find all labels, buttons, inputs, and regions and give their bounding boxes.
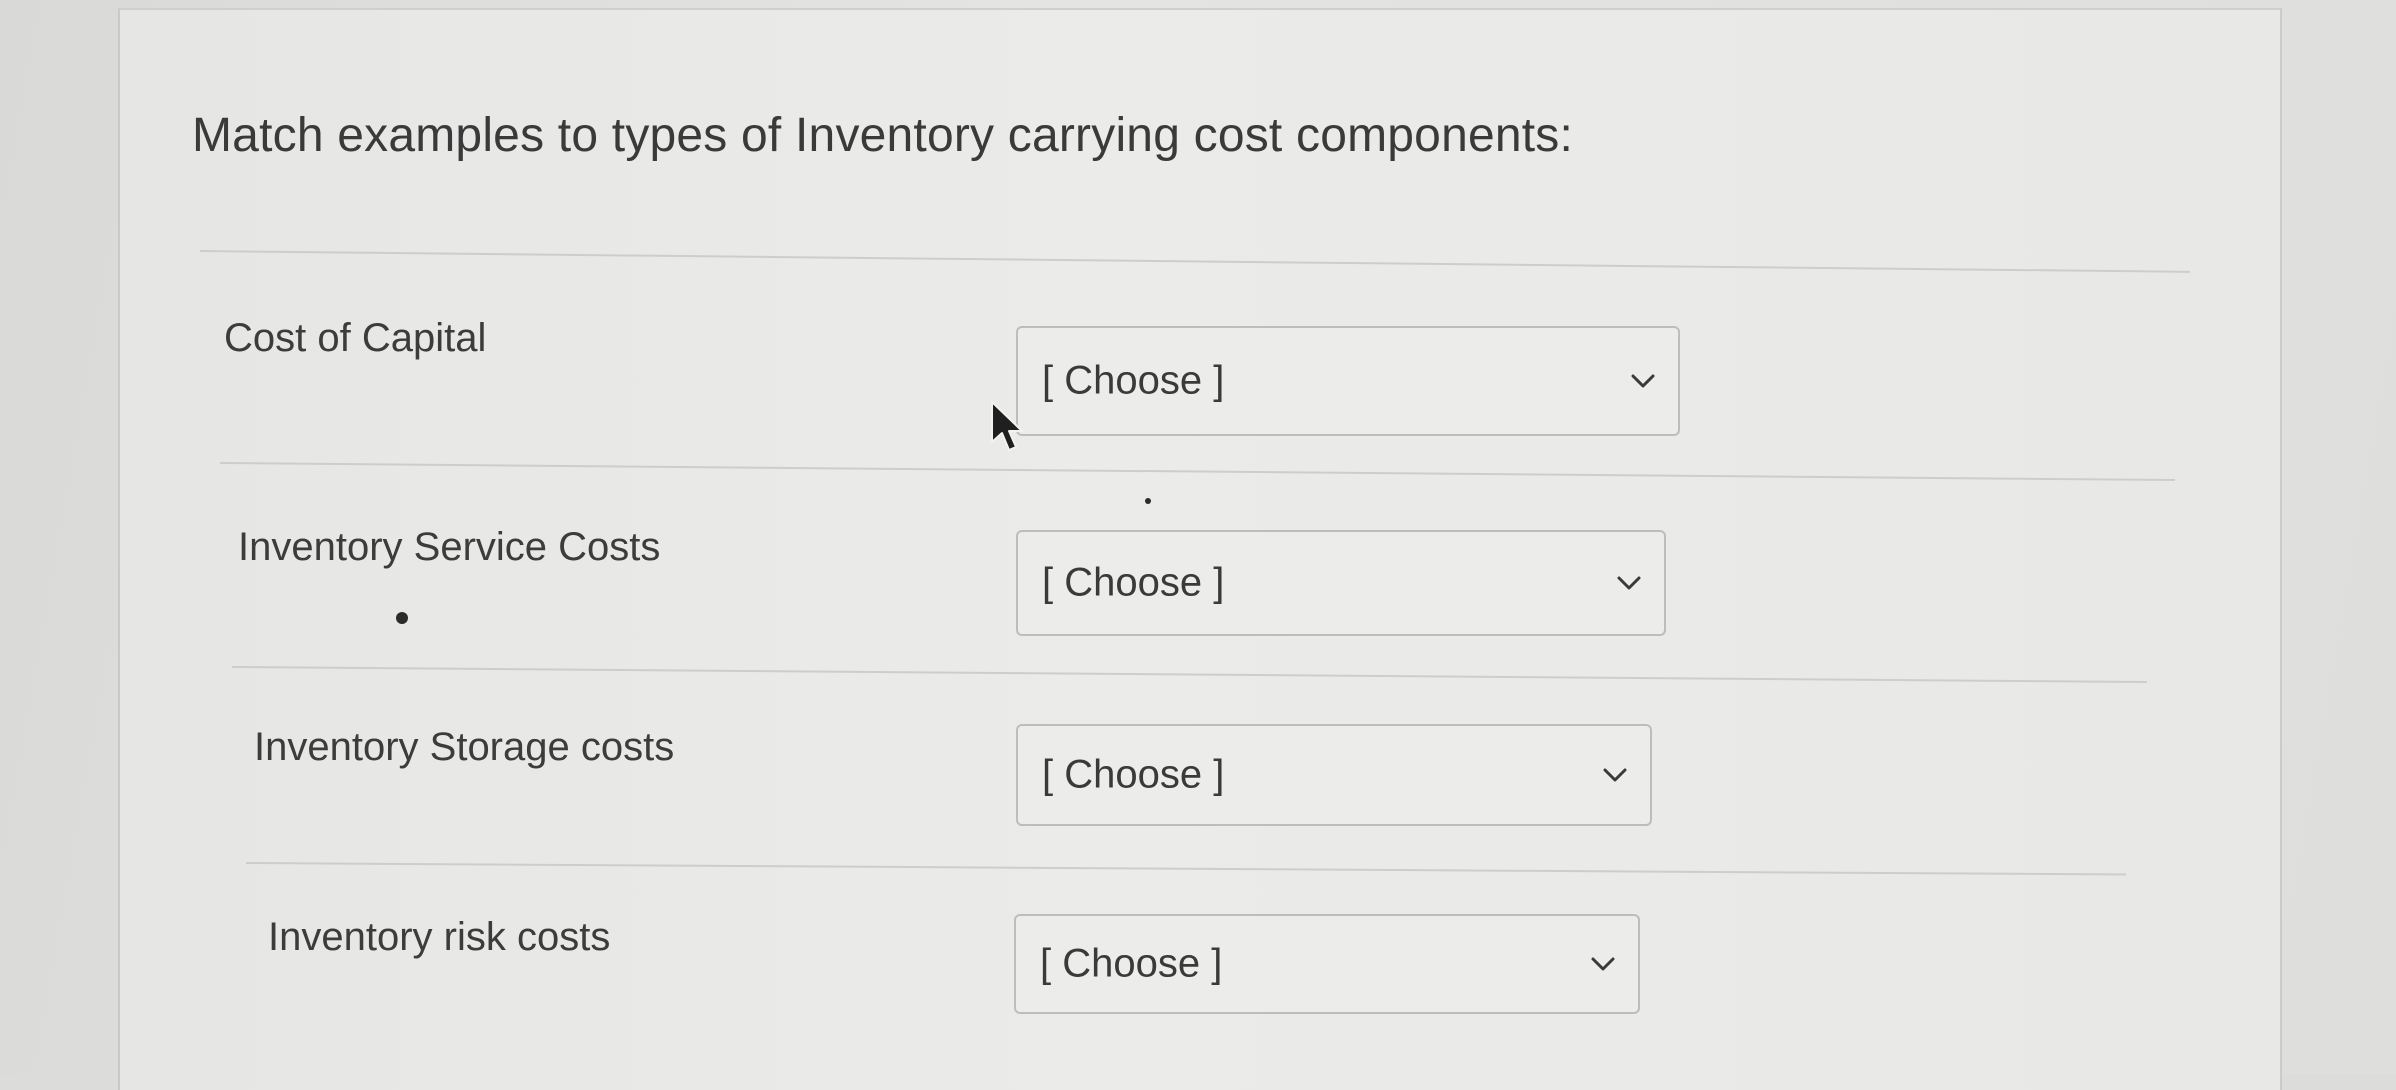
chevron-down-icon xyxy=(1631,374,1655,388)
mouse-pointer-icon xyxy=(991,401,1023,451)
row-label-inventory-service-costs: Inventory Service Costs xyxy=(238,525,661,569)
match-select-inventory-storage-costs[interactable]: [ Choose ] xyxy=(1016,724,1652,826)
select-value: [ Choose ] xyxy=(1042,752,1225,797)
screen-speck xyxy=(396,612,408,624)
row-label-inventory-risk-costs: Inventory risk costs xyxy=(268,915,611,959)
chevron-down-icon xyxy=(1591,957,1615,971)
chevron-down-icon xyxy=(1603,768,1627,782)
select-value: [ Choose ] xyxy=(1042,560,1225,605)
select-value: [ Choose ] xyxy=(1042,358,1225,403)
match-select-inventory-risk-costs[interactable]: [ Choose ] xyxy=(1014,914,1640,1014)
screen-speck xyxy=(1145,498,1151,504)
question-prompt: Match examples to types of Inventory car… xyxy=(192,109,1574,162)
chevron-down-icon xyxy=(1617,576,1641,590)
match-select-inventory-service-costs[interactable]: [ Choose ] xyxy=(1016,530,1666,636)
match-select-cost-of-capital[interactable]: [ Choose ] xyxy=(1016,326,1680,436)
select-value: [ Choose ] xyxy=(1040,941,1223,986)
row-label-cost-of-capital: Cost of Capital xyxy=(224,316,487,360)
row-label-inventory-storage-costs: Inventory Storage costs xyxy=(254,725,675,769)
